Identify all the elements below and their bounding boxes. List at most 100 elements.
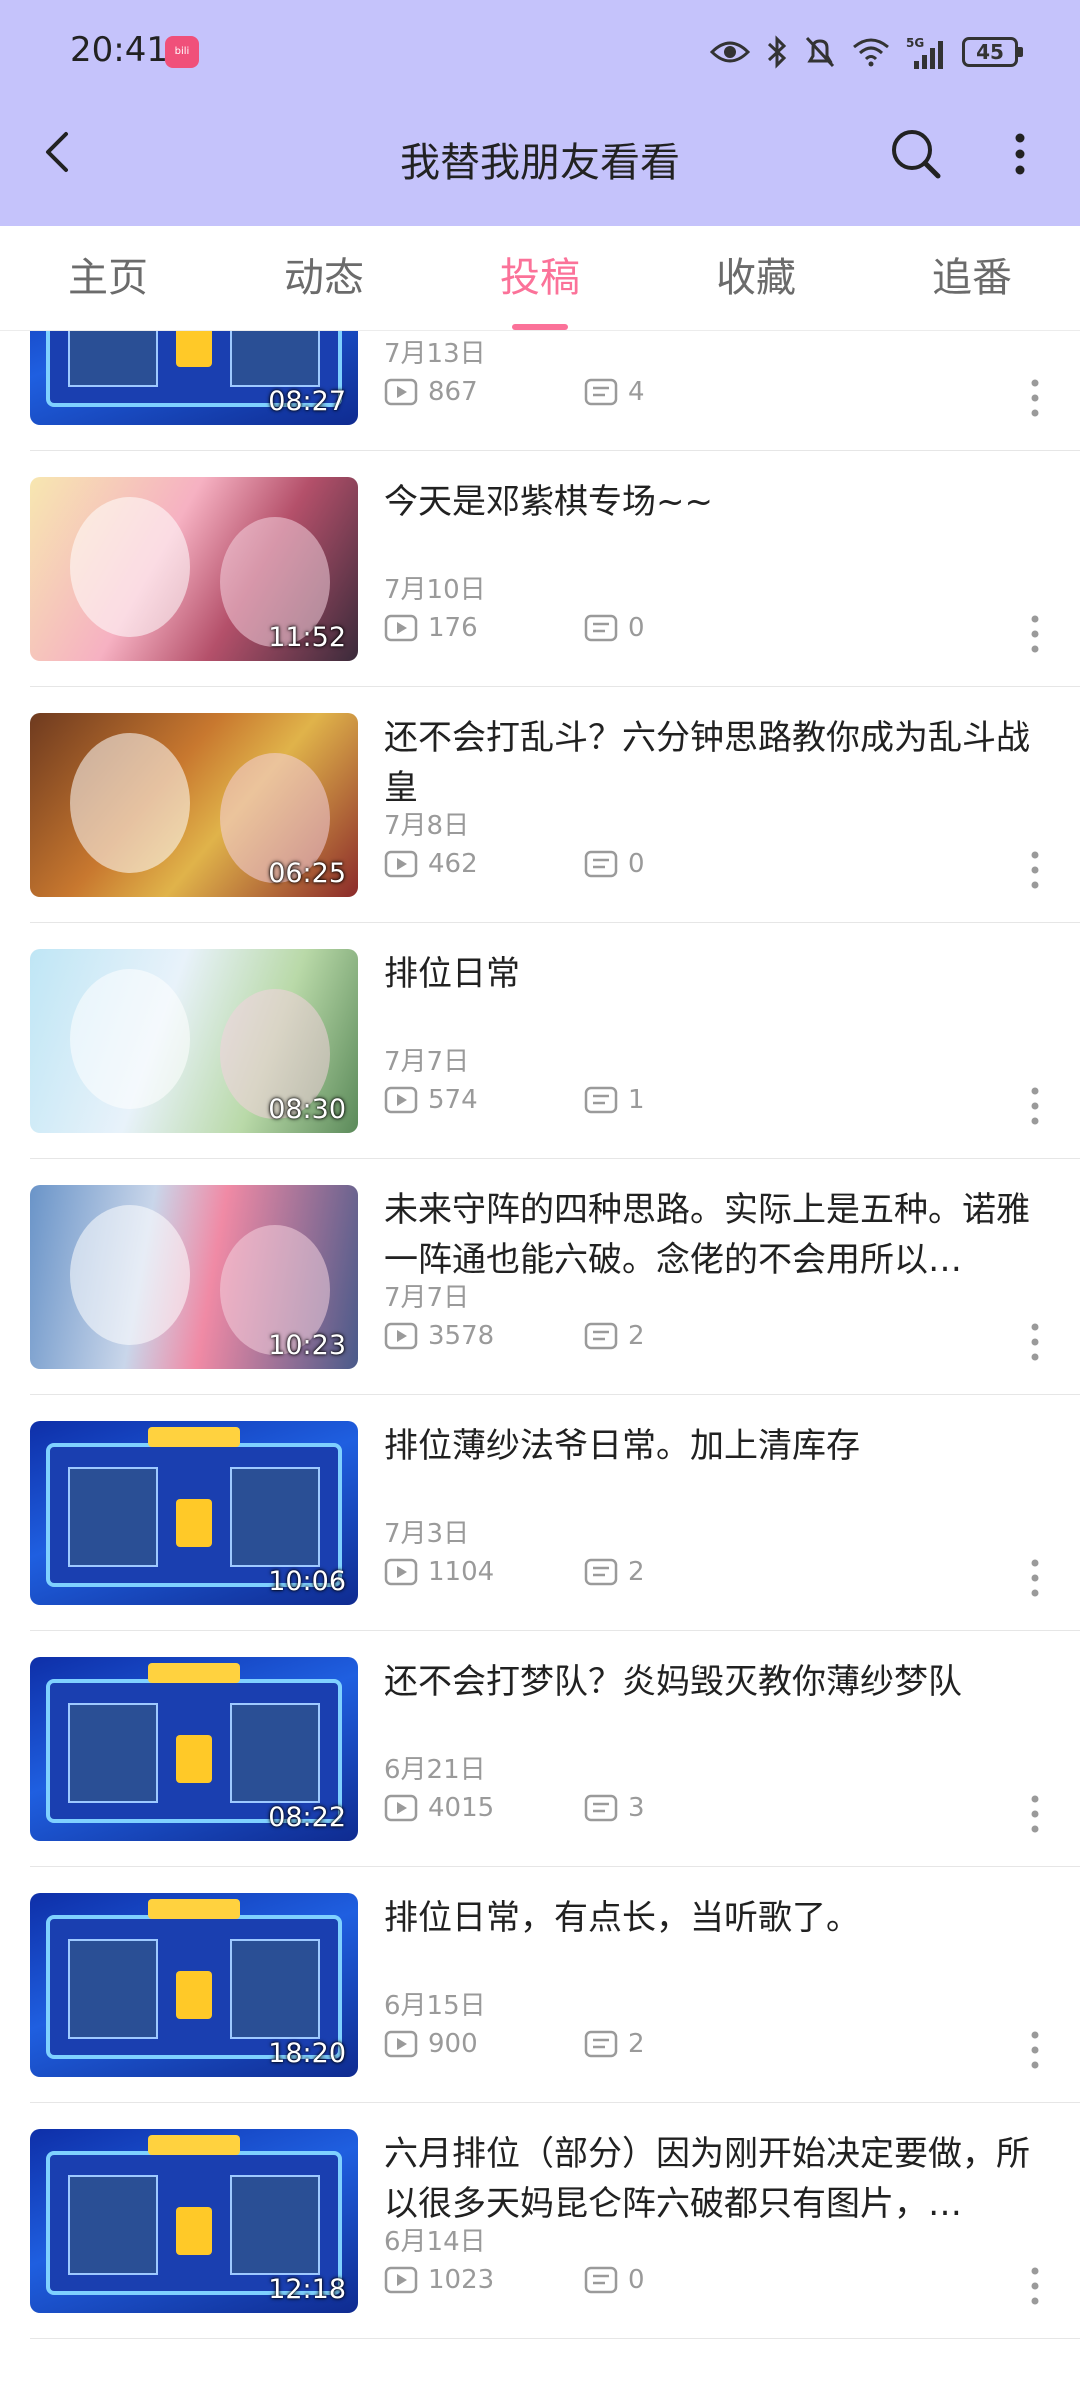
row-more-icon[interactable] bbox=[1018, 1317, 1052, 1367]
comment-icon bbox=[584, 1794, 618, 1822]
view-count-value: 1023 bbox=[428, 2265, 495, 2295]
comment-count-value: 2 bbox=[628, 2029, 645, 2059]
tab-favorites[interactable]: 收藏 bbox=[648, 226, 864, 330]
thumb-banner bbox=[148, 1899, 240, 1919]
comment-count-value: 0 bbox=[628, 613, 645, 643]
row-more-icon[interactable] bbox=[1018, 1789, 1052, 1839]
comment-icon bbox=[584, 1086, 618, 1114]
thumb-center bbox=[176, 1735, 212, 1783]
comment-count-value: 4 bbox=[628, 377, 645, 407]
tab-bangumi[interactable]: 追番 bbox=[864, 226, 1080, 330]
video-row[interactable]: 08:22 还不会打梦队？炎妈毁灭教你薄纱梦队 6月21日 4015 3 bbox=[0, 1631, 1080, 1867]
video-thumbnail[interactable]: 08:27 bbox=[30, 331, 358, 425]
comment-count: 4 bbox=[584, 375, 645, 409]
video-row[interactable]: 11:52 今天是邓紫棋专场~~ 7月10日 176 0 bbox=[0, 451, 1080, 687]
video-row[interactable]: 08:30 排位日常 7月7日 574 1 bbox=[0, 923, 1080, 1159]
video-thumbnail[interactable]: 08:30 bbox=[30, 949, 358, 1133]
video-title[interactable]: 还不会打乱斗？六分钟思路教你成为乱斗战皇 bbox=[384, 713, 1044, 813]
video-row[interactable]: 12:18 六月排位（部分）因为刚开始决定要做，所以很多天妈昆仑阵六破都只有图片，… bbox=[0, 2103, 1080, 2339]
comment-count-value: 3 bbox=[628, 1793, 645, 1823]
more-vertical-icon[interactable] bbox=[998, 122, 1042, 186]
comment-count-value: 2 bbox=[628, 1321, 645, 1351]
status-time: 20:41 bbox=[70, 30, 168, 70]
comment-count: 2 bbox=[584, 1555, 645, 1589]
thumb-blob bbox=[70, 1205, 190, 1345]
bell-muted-icon bbox=[805, 36, 835, 68]
video-row[interactable]: 10:23 未来守阵的四种思路。实际上是五种。诺雅一阵通也能六破。念佬的不会用所以… bbox=[0, 1159, 1080, 1395]
video-date: 7月13日 bbox=[384, 339, 486, 369]
view-count: 574 bbox=[384, 1083, 478, 1117]
view-count-value: 176 bbox=[428, 613, 478, 643]
app-bar: 我替我朋友看看 bbox=[0, 100, 1080, 226]
play-count-icon bbox=[384, 1086, 418, 1114]
comment-count: 0 bbox=[584, 847, 645, 881]
view-count-value: 1104 bbox=[428, 1557, 495, 1587]
view-count: 462 bbox=[384, 847, 478, 881]
status-icons: 5G 45 bbox=[710, 30, 1023, 74]
thumb-center bbox=[176, 331, 212, 367]
video-list[interactable]: 08:27 7月13日 867 4 11:52 今天是邓紫棋专场~~ 7月10日 176 0 06… bbox=[0, 331, 1080, 2400]
thumb-center bbox=[176, 2207, 212, 2255]
play-count-icon bbox=[384, 1558, 418, 1586]
thumb-banner bbox=[148, 1427, 240, 1447]
row-more-icon[interactable] bbox=[1018, 2025, 1052, 2075]
video-title[interactable]: 排位薄纱法爷日常。加上清库存 bbox=[384, 1421, 1044, 1471]
tab-home[interactable]: 主页 bbox=[0, 226, 216, 330]
thumb-center bbox=[176, 1971, 212, 2019]
tab-dynamic[interactable]: 动态 bbox=[216, 226, 432, 330]
thumb-pane-left bbox=[68, 1703, 158, 1803]
video-row[interactable]: 18:20 排位日常，有点长，当听歌了。 6月15日 900 2 bbox=[0, 1867, 1080, 2103]
thumb-pane-left bbox=[68, 331, 158, 387]
thumb-pane-left bbox=[68, 2175, 158, 2275]
comment-icon bbox=[584, 614, 618, 642]
row-more-icon[interactable] bbox=[1018, 845, 1052, 895]
video-title[interactable]: 排位日常，有点长，当听歌了。 bbox=[384, 1893, 1044, 1943]
comment-icon bbox=[584, 1322, 618, 1350]
video-title[interactable]: 还不会打梦队？炎妈毁灭教你薄纱梦队 bbox=[384, 1657, 1044, 1707]
wifi-icon bbox=[853, 38, 889, 67]
comment-icon bbox=[584, 378, 618, 406]
video-date: 7月7日 bbox=[384, 1047, 470, 1077]
row-more-icon[interactable] bbox=[1018, 1553, 1052, 1603]
view-count-value: 574 bbox=[428, 1085, 478, 1115]
video-title[interactable]: 今天是邓紫棋专场~~ bbox=[384, 477, 1044, 527]
row-more-icon[interactable] bbox=[1018, 609, 1052, 659]
comment-count: 0 bbox=[584, 611, 645, 645]
search-icon[interactable] bbox=[884, 122, 948, 186]
video-thumbnail[interactable]: 08:22 bbox=[30, 1657, 358, 1841]
comment-count-value: 2 bbox=[628, 1557, 645, 1587]
view-count: 867 bbox=[384, 375, 478, 409]
video-row[interactable]: 06:25 还不会打乱斗？六分钟思路教你成为乱斗战皇 7月8日 462 0 bbox=[0, 687, 1080, 923]
video-thumbnail[interactable]: 12:18 bbox=[30, 2129, 358, 2313]
video-thumbnail[interactable]: 06:25 bbox=[30, 713, 358, 897]
video-thumbnail[interactable]: 11:52 bbox=[30, 477, 358, 661]
view-count: 176 bbox=[384, 611, 478, 645]
row-more-icon[interactable] bbox=[1018, 1081, 1052, 1131]
play-count-icon bbox=[384, 850, 418, 878]
view-count-value: 3578 bbox=[428, 1321, 495, 1351]
video-title[interactable]: 未来守阵的四种思路。实际上是五种。诺雅一阵通也能六破。念佬的不会用所以… bbox=[384, 1185, 1044, 1285]
app-badge-icon: bili bbox=[165, 36, 199, 68]
thumb-banner bbox=[148, 1663, 240, 1683]
video-title[interactable]: 排位日常 bbox=[384, 949, 1044, 999]
tab-uploads[interactable]: 投稿 bbox=[432, 226, 648, 330]
row-more-icon[interactable] bbox=[1018, 373, 1052, 423]
thumb-pane-left bbox=[68, 1939, 158, 2039]
eye-icon bbox=[710, 41, 750, 63]
video-row[interactable]: 08:27 7月13日 867 4 bbox=[0, 331, 1080, 451]
video-row[interactable]: 10:06 排位薄纱法爷日常。加上清库存 7月3日 1104 2 bbox=[0, 1395, 1080, 1631]
status-bar: 20:41 bili 5G 45 bbox=[0, 0, 1080, 100]
video-thumbnail[interactable]: 10:23 bbox=[30, 1185, 358, 1369]
signal-icon: 5G bbox=[906, 36, 943, 69]
row-more-icon[interactable] bbox=[1018, 2261, 1052, 2311]
thumb-center bbox=[176, 1499, 212, 1547]
video-thumbnail[interactable]: 10:06 bbox=[30, 1421, 358, 1605]
view-count-value: 4015 bbox=[428, 1793, 495, 1823]
video-duration: 10:23 bbox=[268, 1330, 346, 1361]
thumb-blob bbox=[70, 497, 190, 637]
video-thumbnail[interactable]: 18:20 bbox=[30, 1893, 358, 2077]
video-title[interactable]: 六月排位（部分）因为刚开始决定要做，所以很多天妈昆仑阵六破都只有图片，… bbox=[384, 2129, 1044, 2229]
comment-count: 2 bbox=[584, 1319, 645, 1353]
video-duration: 06:25 bbox=[268, 858, 346, 889]
comment-icon bbox=[584, 2030, 618, 2058]
